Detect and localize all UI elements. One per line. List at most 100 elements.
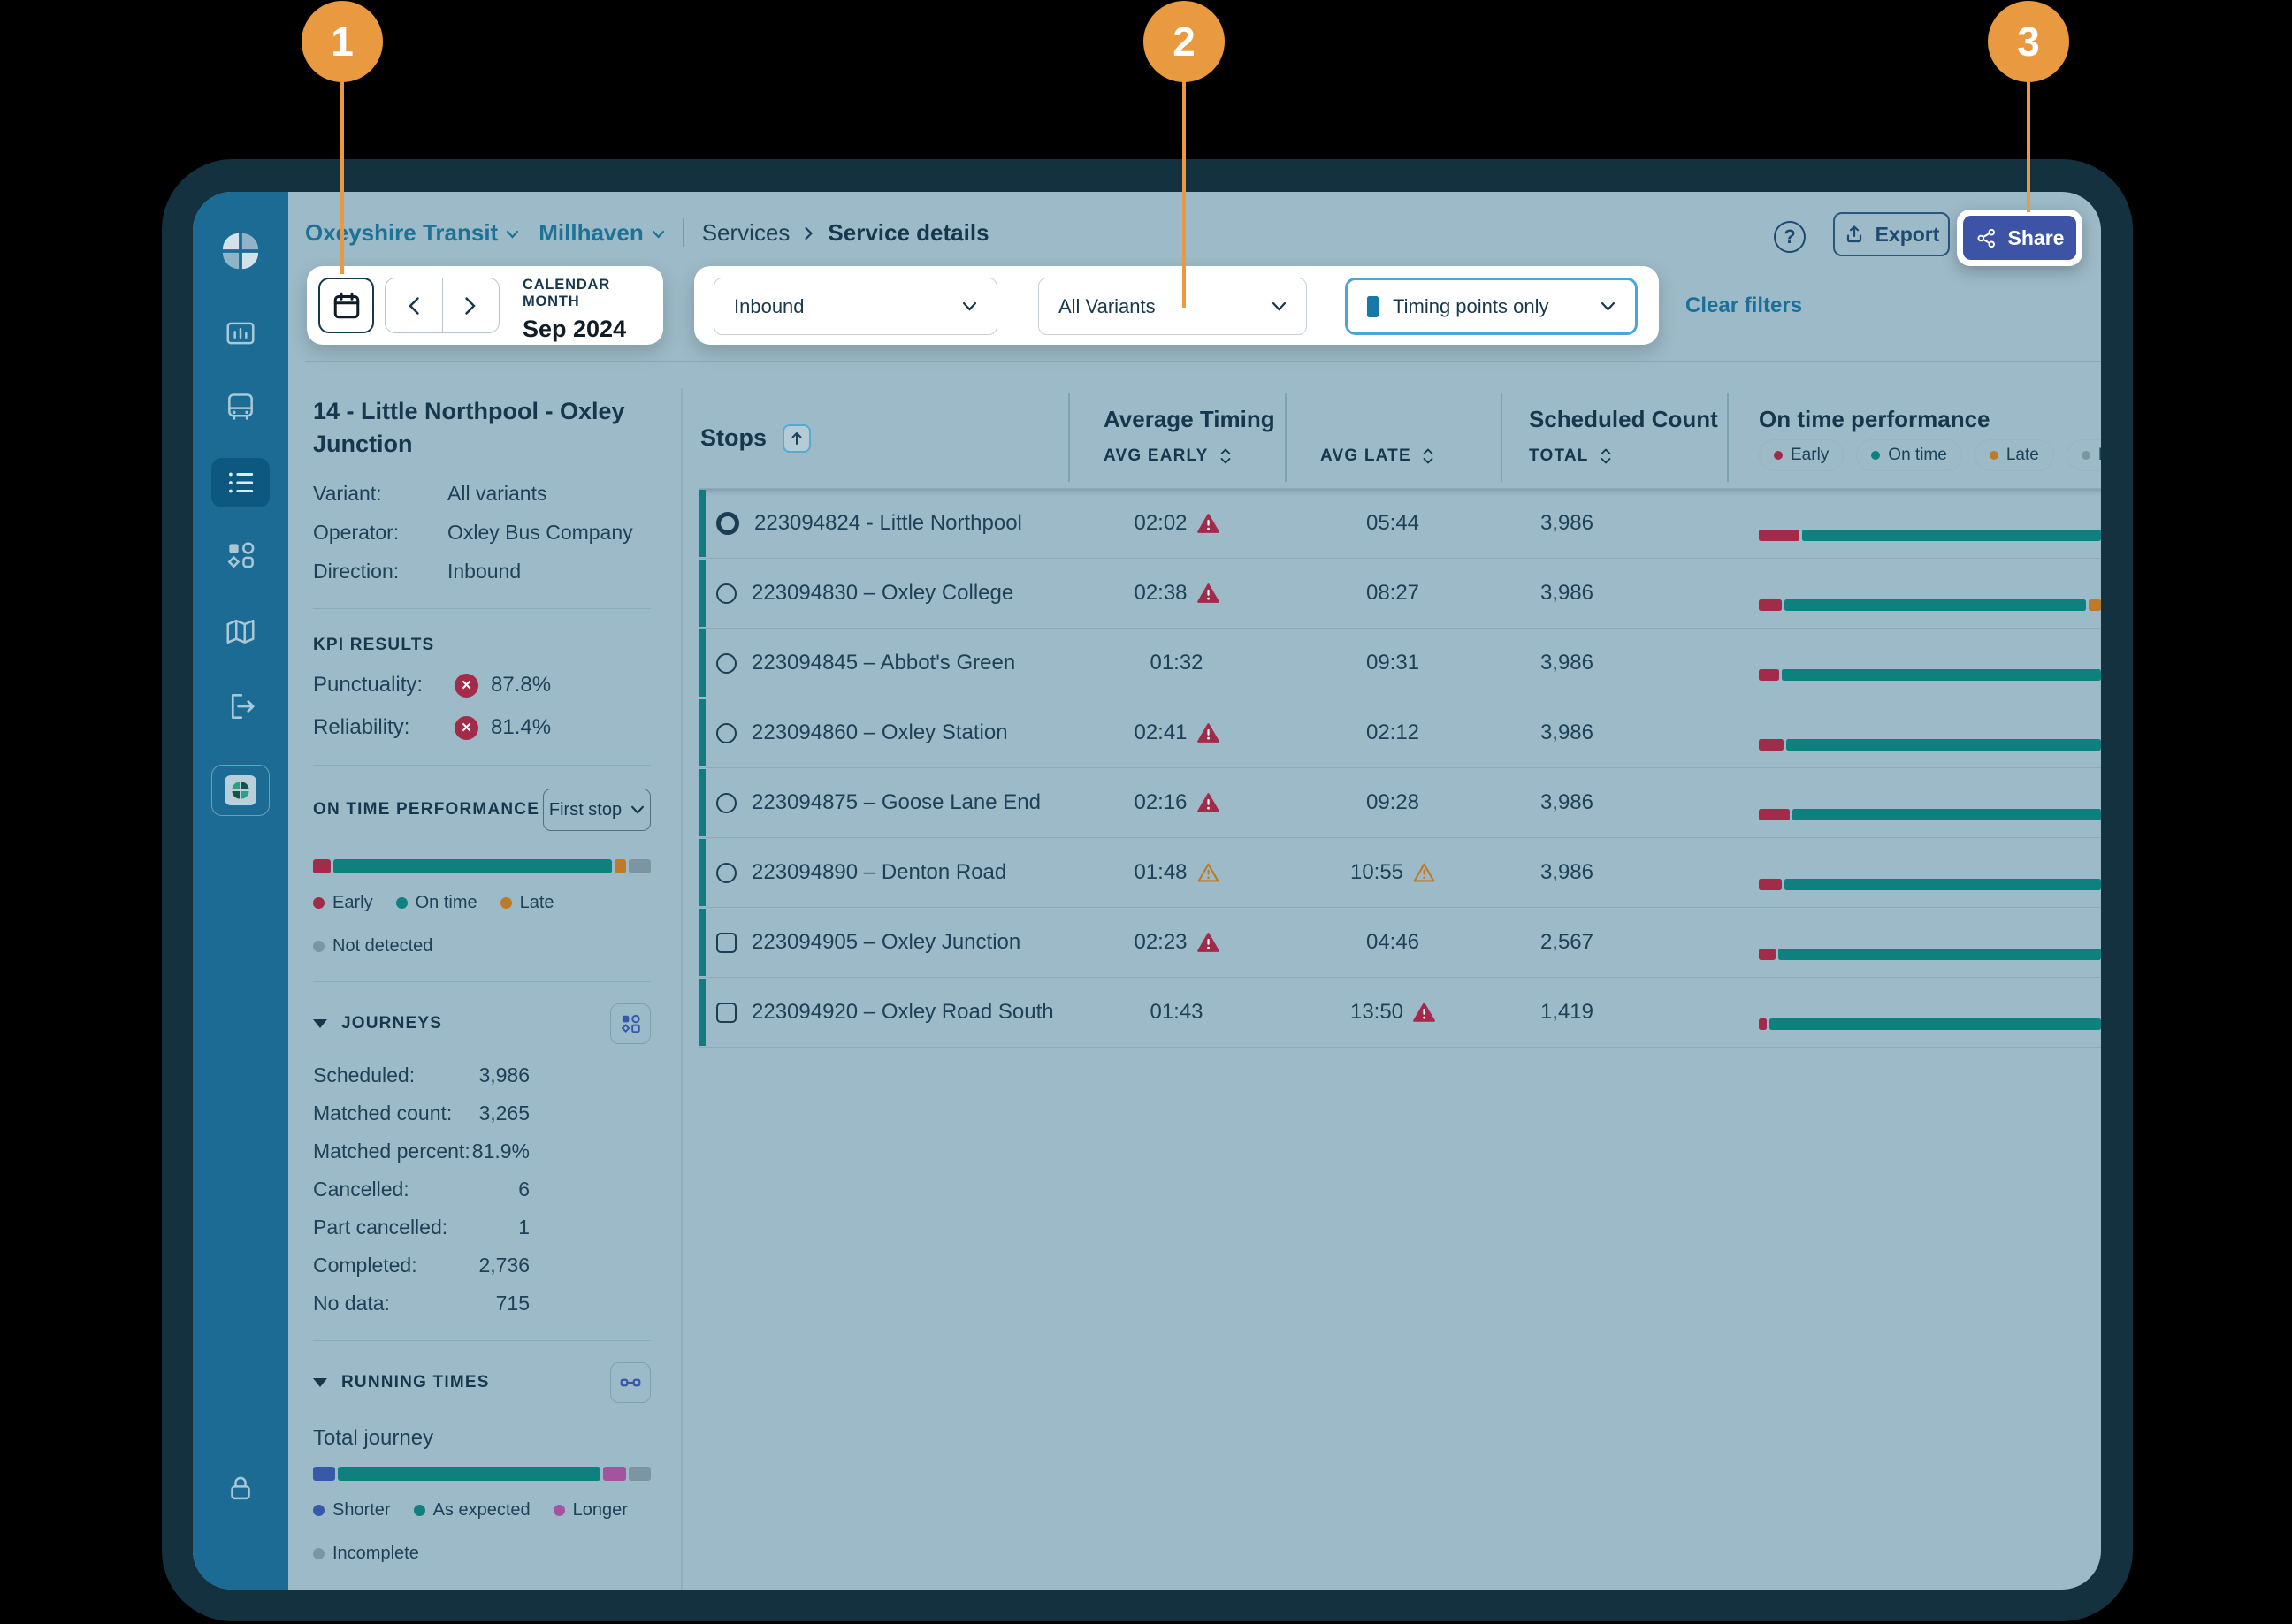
journey-stat-label: No data: xyxy=(313,1292,390,1315)
otp-chip-late[interactable]: Late xyxy=(1975,439,2054,471)
callout-2-line xyxy=(1182,81,1186,308)
punctuality-label: Punctuality: xyxy=(313,673,455,698)
soft-warning-icon xyxy=(1197,863,1219,883)
share-button[interactable]: Share xyxy=(1963,216,2076,260)
otp-chip-early[interactable]: Early xyxy=(1759,439,1844,471)
breadcrumb-services[interactable]: Services xyxy=(702,219,791,247)
bar-segment-ontime xyxy=(1784,599,2086,611)
chevron-right-icon xyxy=(804,226,814,240)
sidebar-item-dashboard[interactable] xyxy=(223,316,258,351)
calendar-button[interactable] xyxy=(318,278,374,333)
direction-select[interactable]: Inbound xyxy=(714,278,997,335)
org-selector[interactable]: Oxeyshire Transit xyxy=(305,219,519,247)
stop-name: 223094830 – Oxley College xyxy=(752,581,1013,606)
share-button-highlight: Share xyxy=(1957,210,2082,266)
chevron-down-icon xyxy=(506,230,519,239)
legend-label: As expected xyxy=(433,1500,531,1521)
service-meta: Variant:All variants Operator:Oxley Bus … xyxy=(313,482,651,583)
stop-cell: 223094905 – Oxley Junction xyxy=(699,930,1068,955)
journey-stat-value: 3,265 xyxy=(478,1102,530,1125)
bar-segment-notdetected xyxy=(629,859,651,873)
table-row[interactable]: 223094824 - Little Northpool02:0205:443,… xyxy=(699,489,2101,559)
operator-value: Oxley Bus Company xyxy=(447,521,633,545)
stop-filter-select[interactable]: Timing points only xyxy=(1345,278,1638,335)
sidebar-item-vehicles[interactable] xyxy=(223,389,258,424)
table-row[interactable]: 223094875 – Goose Lane End02:1609:283,98… xyxy=(699,768,2101,838)
journey-stat-label: Cancelled: xyxy=(313,1178,409,1201)
avg-late-cell: 09:28 xyxy=(1285,790,1501,815)
avg-late-header[interactable]: AVG LATE xyxy=(1320,446,1434,466)
stop-cell: 223094920 – Oxley Road South xyxy=(699,1000,1068,1025)
divider xyxy=(313,1340,651,1341)
sidebar-item-components[interactable] xyxy=(223,538,258,573)
legend-label: On time xyxy=(416,893,478,913)
table-row[interactable]: 223094860 – Oxley Station02:4102:123,986 xyxy=(699,698,2101,768)
legend-item-expected: As expected xyxy=(414,1500,531,1521)
journey-stat-label: Scheduled: xyxy=(313,1064,415,1087)
avg-early-value: 02:38 xyxy=(1134,581,1187,606)
column-divider xyxy=(1285,393,1287,482)
warning-icon xyxy=(1197,933,1219,953)
otp-bar-cell xyxy=(1727,908,2101,977)
warning-icon xyxy=(1197,723,1219,743)
collapse-icon[interactable] xyxy=(313,1378,327,1387)
variant-select[interactable]: All Variants xyxy=(1038,278,1307,335)
warning-icon xyxy=(1413,863,1435,883)
bar-segment-early xyxy=(1759,809,1790,820)
journey-stat-value: 81.9% xyxy=(472,1140,530,1163)
running-times-detail-button[interactable] xyxy=(610,1362,651,1403)
otp-chip-notdetected[interactable]: Not detected xyxy=(2067,439,2101,471)
table-row[interactable]: 223094830 – Oxley College02:3808:273,986 xyxy=(699,559,2101,629)
sidebar-item-services[interactable] xyxy=(211,458,270,507)
direction-label: Direction: xyxy=(313,560,447,583)
otp-stop-select[interactable]: First stop xyxy=(543,789,651,831)
otp-chip-ontime[interactable]: On time xyxy=(1856,439,1962,471)
export-button[interactable]: Export xyxy=(1833,212,1950,256)
avg-late-cell: 08:27 xyxy=(1285,581,1501,606)
callout-3: 3 xyxy=(1988,1,2069,82)
column-divider xyxy=(1727,393,1729,482)
callout-1: 1 xyxy=(302,1,383,82)
stops-sort-button[interactable] xyxy=(783,424,811,453)
warning-icon xyxy=(1197,793,1219,813)
divider xyxy=(313,981,651,982)
callout-3-line xyxy=(2027,81,2030,212)
stop-filter-value: Timing points only xyxy=(1393,295,1601,318)
table-row[interactable]: 223094905 – Oxley Junction02:2304:462,56… xyxy=(699,908,2101,978)
bar-segment-ontime xyxy=(1784,879,2101,890)
running-times-header: RUNNING TIMES xyxy=(313,1362,651,1403)
otp-heading: ON TIME PERFORMANCE xyxy=(313,800,539,820)
journey-stat-value: 6 xyxy=(518,1178,530,1201)
avg-late-cell: 02:12 xyxy=(1285,721,1501,745)
stop-origin-icon xyxy=(716,512,739,535)
table-row[interactable]: 223094890 – Denton Road01:4810:553,986 xyxy=(699,838,2101,908)
otp-bar-cell xyxy=(1727,559,2101,628)
sidebar-item-map[interactable] xyxy=(223,614,258,649)
journey-stat-value: 3,986 xyxy=(478,1064,530,1087)
journeys-header: JOURNEYS xyxy=(313,1003,651,1044)
journeys-detail-button[interactable] xyxy=(610,1003,651,1044)
avg-late-value: 09:28 xyxy=(1366,790,1419,815)
next-month-button[interactable] xyxy=(443,278,500,332)
help-button[interactable]: ? xyxy=(1774,221,1806,253)
collapse-icon[interactable] xyxy=(313,1019,327,1028)
otp-legend-chips: Early On time Late Not detected xyxy=(1759,439,2101,471)
app-switcher-button[interactable] xyxy=(211,765,270,816)
region-selector[interactable]: Millhaven xyxy=(539,219,664,247)
avg-late-value: 08:27 xyxy=(1366,581,1419,606)
table-row[interactable]: 223094845 – Abbot's Green01:3209:313,986 xyxy=(699,629,2101,698)
total-header[interactable]: TOTAL xyxy=(1529,446,1612,466)
legend-dot xyxy=(313,897,325,909)
sidebar-item-logout[interactable] xyxy=(223,689,258,724)
avg-early-header[interactable]: AVG EARLY xyxy=(1104,446,1232,466)
clear-filters-link[interactable]: Clear filters xyxy=(1685,266,1802,345)
chip-label: On time xyxy=(1888,446,1947,465)
stop-circle-icon xyxy=(716,723,737,743)
legend-item-notdetected: Not detected xyxy=(313,936,432,957)
bar-segment-ontime xyxy=(1786,739,2101,751)
avg-late-value: 04:46 xyxy=(1366,930,1419,955)
previous-month-button[interactable] xyxy=(386,278,443,332)
table-row[interactable]: 223094920 – Oxley Road South01:4313:501,… xyxy=(699,978,2101,1048)
stop-square-icon xyxy=(716,933,737,953)
critical-warning-icon xyxy=(1413,1003,1435,1023)
